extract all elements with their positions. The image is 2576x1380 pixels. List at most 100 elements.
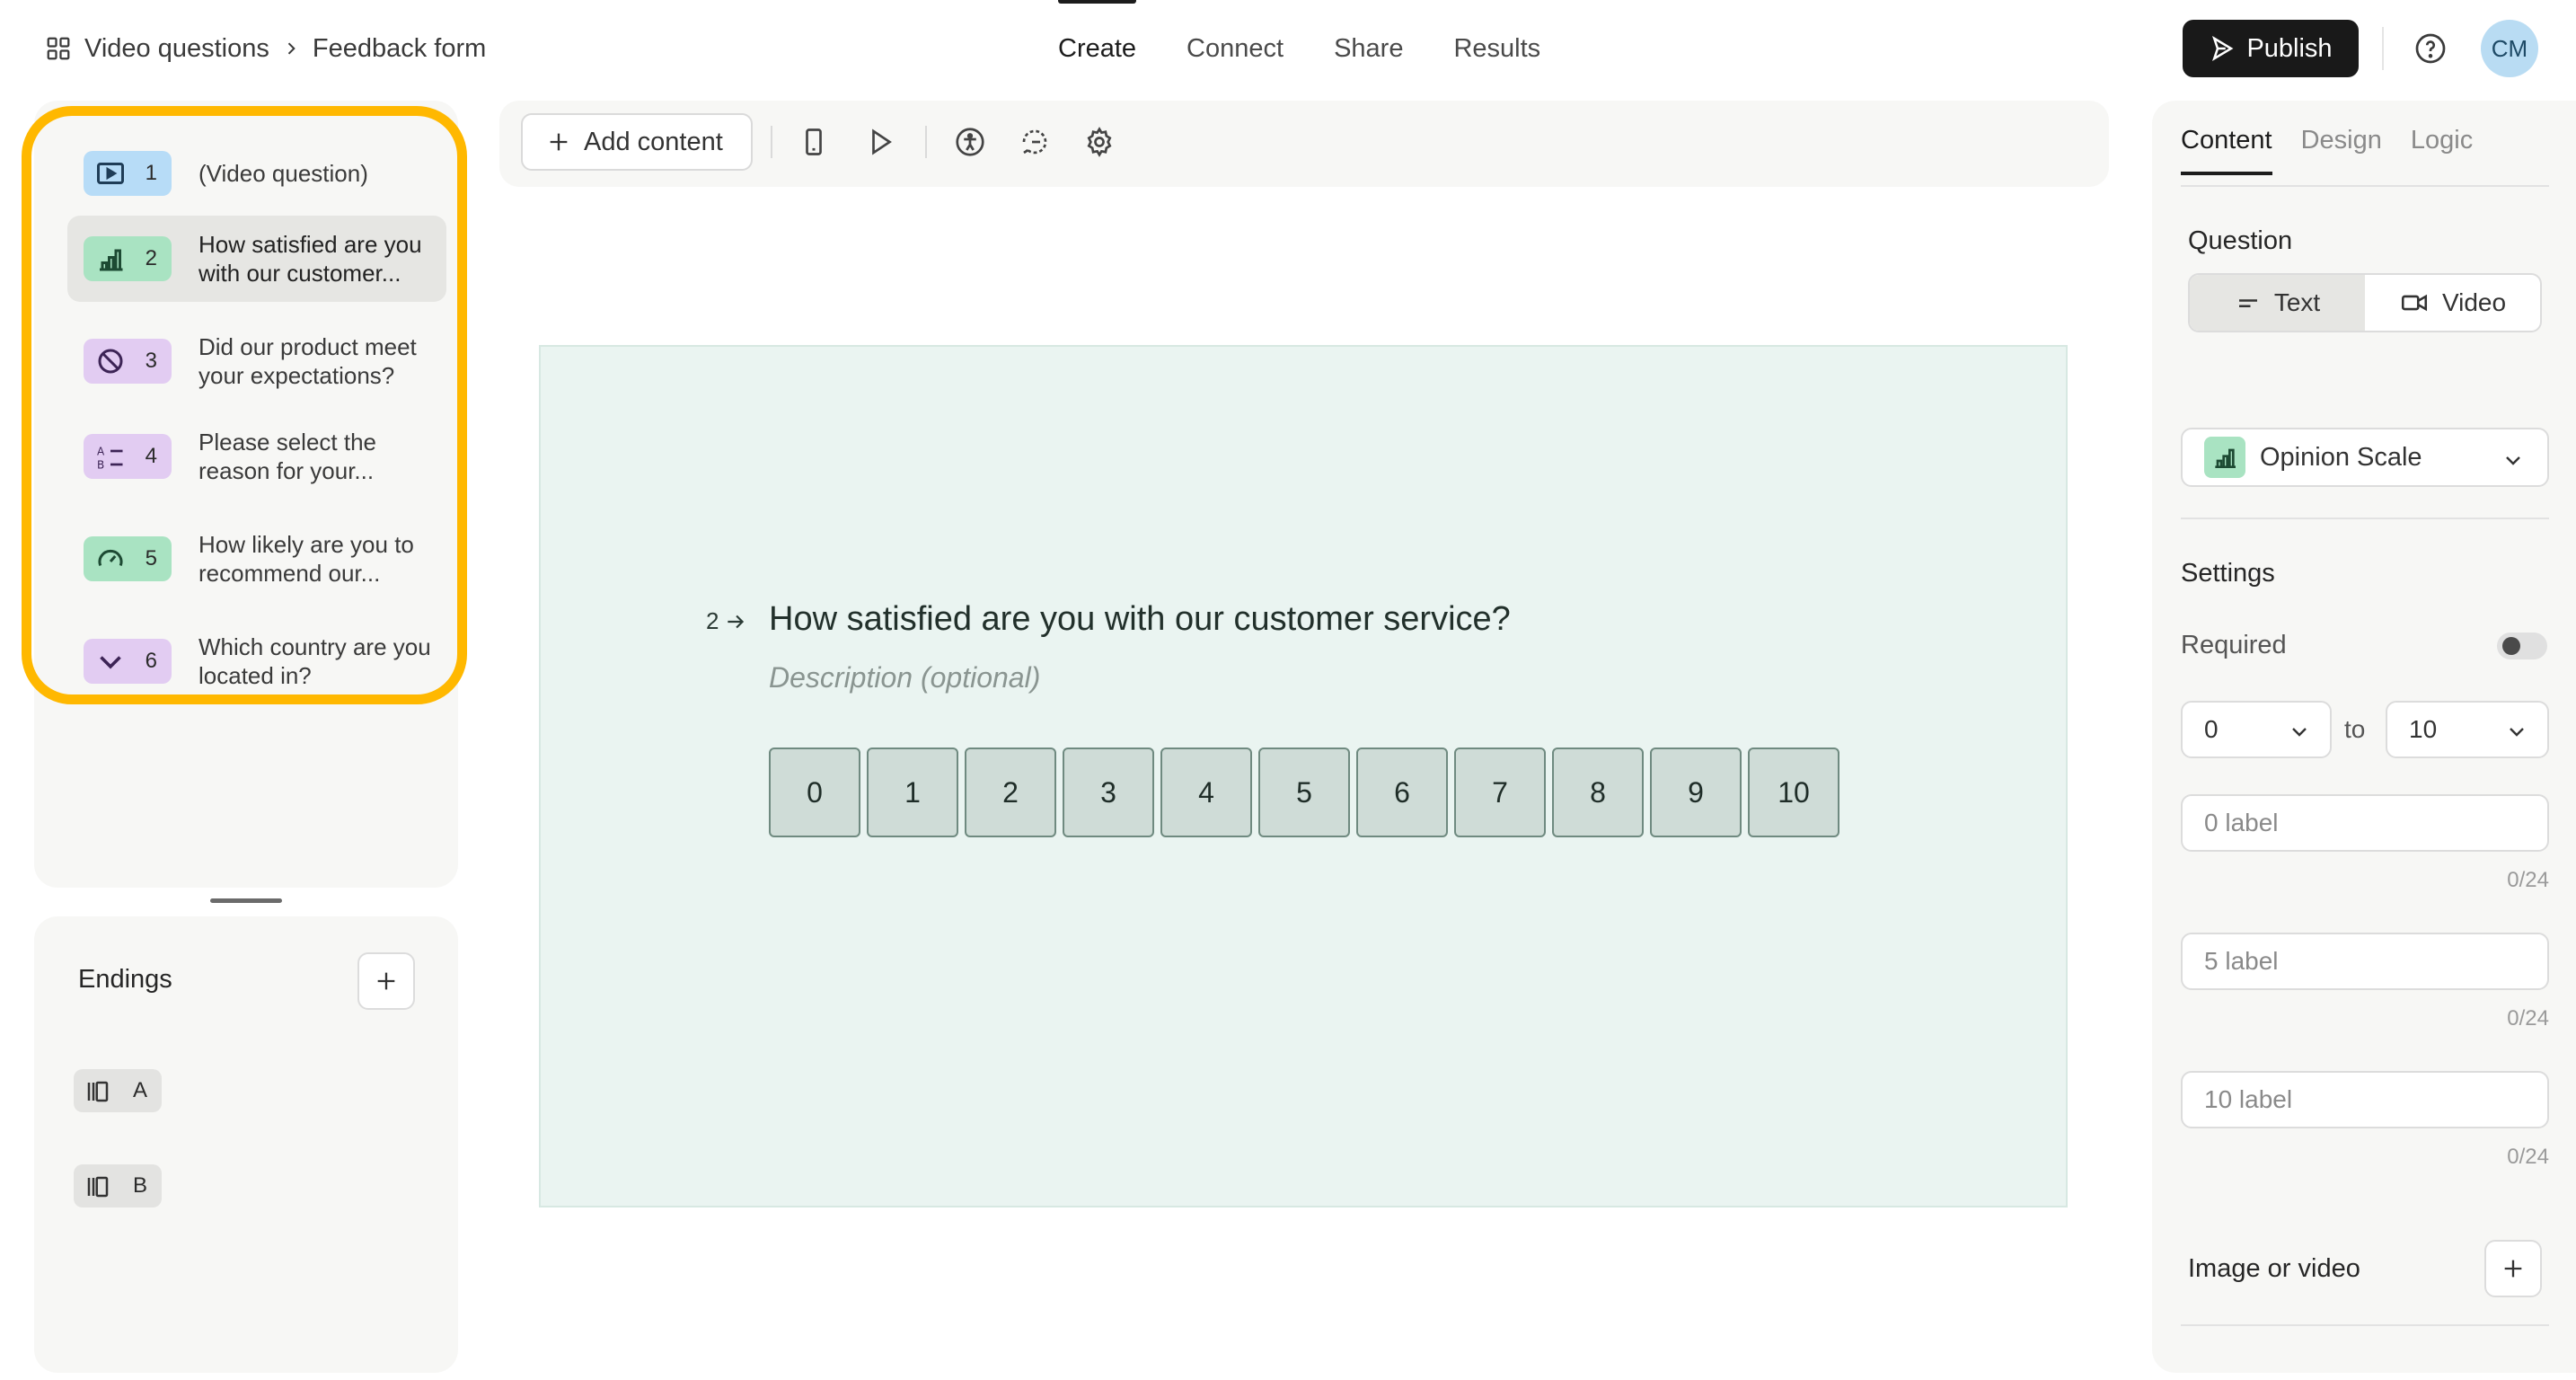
- help-icon[interactable]: [2414, 32, 2447, 65]
- question-text: Which country are you located in?: [198, 633, 431, 689]
- add-content-label: Add content: [584, 127, 723, 156]
- question-badge: 1: [84, 151, 172, 196]
- mobile-preview-icon[interactable]: [798, 126, 830, 158]
- question-number: 6: [145, 649, 157, 673]
- scale-option-4[interactable]: 4: [1160, 748, 1252, 837]
- question-type-select[interactable]: Opinion Scale: [2181, 428, 2549, 487]
- scale-option-5[interactable]: 5: [1258, 748, 1350, 837]
- section-divider: [2181, 518, 2549, 519]
- scale-option-1[interactable]: 1: [867, 748, 958, 837]
- question-mode-toggle: Text Video: [2188, 273, 2542, 332]
- send-icon: [2212, 35, 2234, 62]
- question-text: How satisfied are you with our customer.…: [198, 231, 422, 287]
- play-icon[interactable]: [864, 126, 896, 158]
- question-title[interactable]: How satisfied are you with our customer …: [769, 600, 1511, 639]
- range-from-value: 0: [2204, 715, 2219, 743]
- range-from-select[interactable]: 0: [2181, 701, 2332, 758]
- plus-icon: [550, 133, 568, 151]
- range-to-value: 10: [2409, 715, 2438, 743]
- add-media-button[interactable]: [2484, 1240, 2542, 1297]
- breadcrumb-workspace[interactable]: Video questions: [84, 34, 269, 64]
- question-text: (Video question): [198, 160, 368, 187]
- label-input-0[interactable]: 0 label: [2181, 794, 2549, 852]
- question-number: 2: [145, 246, 157, 270]
- scale-option-7[interactable]: 7: [1454, 748, 1546, 837]
- section-divider: [2181, 1324, 2549, 1326]
- video-icon: [97, 163, 124, 184]
- required-toggle[interactable]: [2497, 632, 2547, 659]
- svg-text:B: B: [97, 459, 104, 472]
- label-input-5[interactable]: 5 label: [2181, 933, 2549, 990]
- text-lines-icon: [2238, 299, 2257, 307]
- nav-results[interactable]: Results: [1428, 0, 1566, 97]
- scale-option-0[interactable]: 0: [769, 748, 860, 837]
- question-item-3[interactable]: 3 Did our product meet your expectations…: [67, 318, 446, 404]
- question-text: How likely are you to recommend our...: [198, 531, 414, 587]
- mode-video-label: Video: [2441, 288, 2507, 316]
- add-content-button[interactable]: Add content: [521, 113, 753, 171]
- range-to-select[interactable]: 10: [2386, 701, 2549, 758]
- scale-option-2[interactable]: 2: [965, 748, 1056, 837]
- toolbar-divider: [771, 126, 772, 158]
- ending-icon: [87, 1081, 109, 1102]
- multiple-choice-icon: AB: [97, 446, 123, 472]
- question-item-5[interactable]: 5 How likely are you to recommend our...: [67, 516, 446, 602]
- question-badge: AB 4: [84, 434, 172, 479]
- opinion-scale-badge: [2204, 437, 2245, 478]
- breadcrumb-form[interactable]: Feedback form: [313, 34, 486, 64]
- label-counter-0: 0/24: [2507, 868, 2549, 892]
- tab-design[interactable]: Design: [2301, 126, 2382, 175]
- ending-item-a[interactable]: A: [74, 1069, 162, 1112]
- label-counter-5: 0/24: [2507, 1006, 2549, 1031]
- range-to-label: to: [2344, 715, 2366, 743]
- scale-option-6[interactable]: 6: [1356, 748, 1448, 837]
- question-text: Did our product meet your expectations?: [198, 333, 417, 389]
- chevron-down-icon: [2292, 728, 2307, 737]
- label-input-10[interactable]: 10 label: [2181, 1071, 2549, 1128]
- mode-text-button[interactable]: Text: [2190, 275, 2365, 331]
- scale-option-10[interactable]: 10: [1748, 748, 1839, 837]
- nav-create[interactable]: Create: [1033, 0, 1161, 97]
- svg-text:A: A: [97, 446, 105, 458]
- description-field[interactable]: Description (optional): [769, 661, 1040, 694]
- canvas-question-number: 2: [706, 607, 719, 634]
- scale-option-8[interactable]: 8: [1552, 748, 1644, 837]
- toggle-knob: [2502, 637, 2520, 655]
- tab-content[interactable]: Content: [2181, 126, 2272, 175]
- avatar[interactable]: CM: [2481, 20, 2538, 77]
- question-number: 4: [145, 444, 157, 468]
- nav-connect[interactable]: Connect: [1161, 0, 1309, 97]
- question-number: 5: [145, 546, 157, 571]
- grid-icon[interactable]: [45, 35, 72, 62]
- question-item-1[interactable]: 1 (Video question): [67, 130, 446, 217]
- ending-letter: A: [132, 1078, 147, 1102]
- scale-option-9[interactable]: 9: [1650, 748, 1742, 837]
- bar-chart-icon: [2215, 448, 2236, 468]
- required-label: Required: [2181, 631, 2287, 659]
- toolbar-divider: [925, 126, 927, 158]
- chevron-down-icon: [2506, 456, 2520, 465]
- panel-resize-handle[interactable]: [210, 898, 282, 903]
- add-ending-button[interactable]: [357, 952, 415, 1010]
- gear-icon[interactable]: [1083, 126, 1116, 158]
- breadcrumb: Video questions Feedback form: [45, 31, 486, 66]
- question-type-label: Opinion Scale: [2260, 442, 2422, 472]
- endings-title: Endings: [78, 965, 172, 994]
- translate-icon[interactable]: [1019, 126, 1051, 158]
- plus-icon: [377, 972, 395, 990]
- nav-share[interactable]: Share: [1309, 0, 1428, 97]
- tab-logic[interactable]: Logic: [2411, 126, 2473, 175]
- question-text: Please select the reason for your...: [198, 429, 377, 484]
- ending-item-b[interactable]: B: [74, 1164, 162, 1208]
- label-counter-10: 0/24: [2507, 1145, 2549, 1169]
- chevron-down-icon: [100, 656, 121, 669]
- scale-option-3[interactable]: 3: [1063, 748, 1154, 837]
- question-item-6[interactable]: 6 Which country are you located in?: [67, 618, 446, 704]
- question-number-label: 2: [706, 607, 747, 635]
- publish-button[interactable]: Publish: [2183, 20, 2359, 77]
- accessibility-icon[interactable]: [954, 126, 986, 158]
- mode-video-button[interactable]: Video: [2365, 275, 2540, 331]
- bar-chart-icon: [100, 249, 123, 271]
- question-item-2[interactable]: 2 How satisfied are you with our custome…: [67, 216, 446, 302]
- question-item-4[interactable]: AB 4 Please select the reason for your..…: [67, 413, 446, 500]
